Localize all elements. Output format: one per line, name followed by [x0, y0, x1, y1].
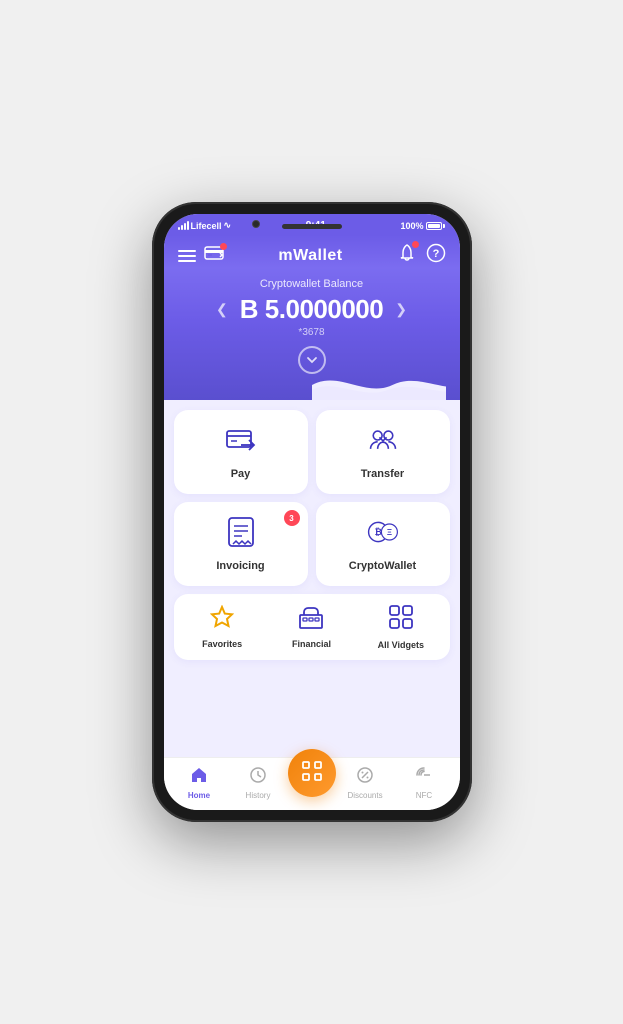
hamburger-menu-icon[interactable]	[178, 250, 196, 262]
financial-shortcut[interactable]: Financial	[269, 604, 354, 650]
scan-button[interactable]	[288, 749, 336, 797]
wifi-icon: ∿	[224, 220, 232, 231]
pay-label: Pay	[231, 468, 251, 480]
app-title: mWallet	[278, 247, 342, 265]
nav-home[interactable]: Home	[170, 766, 229, 800]
phone-device: Lifecell ∿ 9:41 100%	[152, 202, 472, 822]
pay-card[interactable]: Pay	[174, 410, 308, 494]
balance-label: Cryptowallet Balance	[178, 278, 446, 290]
battery-percent: 100%	[400, 221, 423, 231]
history-nav-label: History	[246, 791, 271, 800]
bottom-nav: Home History	[164, 757, 460, 810]
phone-camera	[252, 220, 260, 228]
financial-label: Financial	[292, 639, 331, 649]
transfer-label: Transfer	[361, 468, 404, 480]
nfc-nav-label: NFC	[416, 791, 432, 800]
cryptowallet-card[interactable]: ₿ Ξ CryptoWallet	[316, 502, 450, 586]
bell-notification-dot	[412, 241, 419, 248]
prev-wallet-button[interactable]: ❮	[212, 297, 232, 322]
discounts-nav-label: Discounts	[347, 791, 382, 800]
invoicing-label: Invoicing	[216, 560, 264, 572]
next-wallet-button[interactable]: ❯	[391, 297, 411, 322]
crypto-icon: ₿ Ξ	[367, 516, 399, 554]
transfer-card[interactable]: Transfer	[316, 410, 450, 494]
nfc-nav-icon	[415, 766, 433, 789]
svg-text:₿: ₿	[374, 527, 381, 537]
actions-row-1: Pay Transfer	[174, 410, 450, 494]
status-left: Lifecell ∿	[178, 220, 232, 231]
card-notification-dot	[220, 243, 227, 250]
balance-section: Cryptowallet Balance ❮ В 5.0000000 ❯ *36…	[164, 268, 460, 400]
favorites-label: Favorites	[202, 639, 242, 649]
all-widgets-label: All Vidgets	[378, 640, 424, 650]
cards-button[interactable]	[204, 246, 224, 265]
notifications-button[interactable]	[398, 244, 416, 267]
favorites-icon	[210, 605, 234, 635]
invoicing-badge: 3	[284, 510, 300, 526]
nav-history[interactable]: History	[229, 766, 288, 800]
financial-icon	[298, 605, 324, 635]
svg-text:?: ?	[432, 248, 439, 260]
expand-balance-button[interactable]	[298, 346, 326, 374]
home-nav-label: Home	[188, 791, 210, 800]
discounts-nav-icon	[356, 766, 374, 789]
header-left	[178, 246, 224, 265]
invoice-icon	[225, 516, 257, 554]
actions-row-2: 3 Invoicing	[174, 502, 450, 586]
currency-symbol: В	[240, 294, 258, 324]
nav-discounts[interactable]: Discounts	[336, 766, 395, 800]
home-nav-icon	[190, 766, 208, 789]
transfer-icon	[367, 424, 399, 462]
status-right: 100%	[400, 221, 445, 231]
signal-bars	[178, 221, 189, 230]
phone-speaker	[282, 224, 342, 229]
wave-decoration	[178, 370, 446, 400]
all-widgets-shortcut[interactable]: All Vidgets	[358, 604, 443, 650]
battery-icon	[426, 222, 445, 230]
phone-screen: Lifecell ∿ 9:41 100%	[164, 214, 460, 810]
history-nav-icon	[249, 766, 267, 789]
balance-value: 5.0000000	[265, 294, 383, 324]
account-mask: *3678	[178, 327, 446, 338]
header-right: ?	[398, 243, 446, 268]
app-header: mWallet ?	[164, 235, 460, 268]
cryptowallet-label: CryptoWallet	[349, 560, 416, 572]
balance-row: ❮ В 5.0000000 ❯	[178, 294, 446, 325]
pay-icon	[225, 424, 257, 462]
balance-amount: В 5.0000000	[240, 294, 383, 325]
favorites-shortcut[interactable]: Favorites	[180, 604, 265, 650]
nav-nfc[interactable]: NFC	[395, 766, 454, 800]
help-button[interactable]: ?	[426, 243, 446, 268]
svg-text:Ξ: Ξ	[386, 528, 391, 537]
scan-icon	[301, 760, 323, 787]
invoicing-card[interactable]: 3 Invoicing	[174, 502, 308, 586]
shortcuts-row: Favorites Financial	[174, 594, 450, 660]
main-content: Pay Transfer	[164, 400, 460, 757]
all-widgets-icon	[388, 604, 414, 636]
carrier-name: Lifecell	[191, 221, 222, 231]
